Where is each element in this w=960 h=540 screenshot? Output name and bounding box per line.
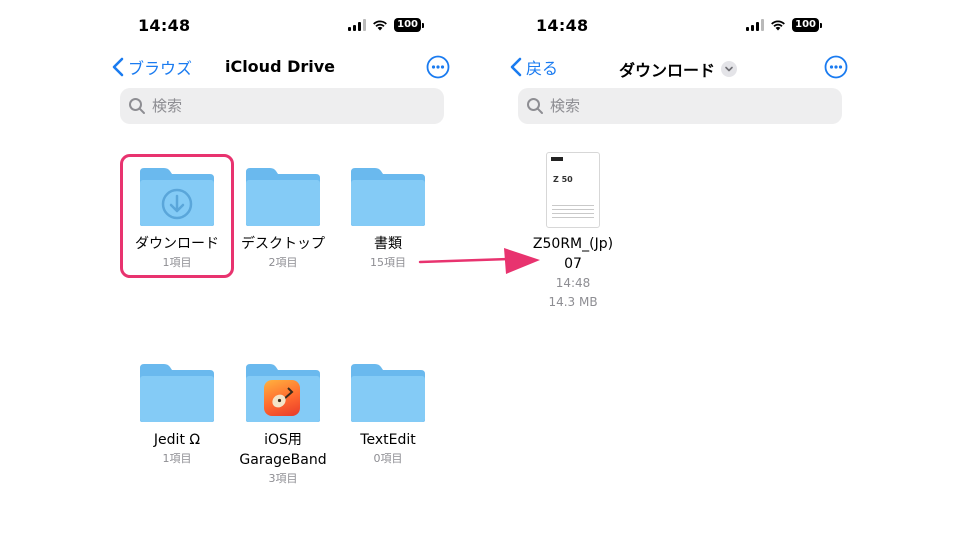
downloads-screen: 14:48 100 戻る ダウンロード 検索 Z 50 Z50RM_(Jp) 0… (508, 0, 848, 540)
status-time: 14:48 (536, 16, 589, 35)
folder-name: iOS用 (264, 432, 302, 448)
folder-jedit[interactable]: Jedit Ω 1項目 (124, 362, 230, 468)
search-icon (527, 98, 543, 114)
status-bar: 14:48 100 (508, 14, 848, 38)
more-options-icon[interactable] (426, 55, 450, 79)
search-icon (129, 98, 145, 114)
folder-item-count: 1項目 (162, 256, 192, 269)
search-input[interactable] (152, 97, 422, 115)
folder-item-count: 2項目 (268, 256, 298, 269)
file-item[interactable]: Z 50 Z50RM_(Jp) 07 14:48 14.3 MB (508, 152, 638, 312)
download-folder-icon (140, 168, 214, 226)
icloud-drive-screen: 14:48 100 ブラウズ iCloud Drive 検索 ダウンロード 1項… (110, 0, 450, 540)
search-bar (120, 88, 444, 124)
folder-textedit[interactable]: TextEdit 0項目 (335, 362, 441, 468)
chevron-down-icon (721, 61, 737, 77)
wifi-icon (771, 20, 786, 31)
wifi-icon (373, 20, 388, 31)
folder-name: ダウンロード (135, 236, 219, 252)
folder-icon (140, 364, 214, 422)
folder-icon (351, 364, 425, 422)
folder-desktop[interactable]: デスクトップ 2項目 (230, 166, 336, 272)
page-title: iCloud Drive (224, 57, 336, 76)
page-title: ダウンロード (618, 61, 715, 80)
folder-icon (246, 168, 320, 226)
folder-name: TextEdit (360, 432, 416, 448)
more-options-icon[interactable] (824, 55, 848, 79)
folder-item-count: 0項目 (373, 452, 403, 465)
navigation-bar: ブラウズ iCloud Drive (110, 52, 450, 84)
cellular-signal-icon (348, 19, 367, 31)
navigation-bar: 戻る ダウンロード (508, 52, 848, 84)
battery-icon: 100 (792, 18, 822, 32)
folder-name: Jedit Ω (153, 432, 201, 448)
folder-garageband[interactable]: iOS用 GarageBand 3項目 (230, 362, 336, 488)
guitar-icon (264, 380, 300, 416)
battery-level: 100 (394, 18, 421, 32)
battery-icon: 100 (394, 18, 424, 32)
folder-downloads[interactable]: ダウンロード 1項目 (124, 166, 230, 272)
status-bar: 14:48 100 (110, 14, 450, 38)
file-time: 14:48 (555, 276, 591, 290)
folder-name-line2: GarageBand (239, 452, 327, 468)
folder-item-count: 1項目 (162, 452, 192, 465)
title-menu[interactable]: ダウンロード (508, 57, 848, 81)
cellular-signal-icon (746, 19, 765, 31)
search-input[interactable] (550, 97, 820, 115)
search-bar (518, 88, 842, 124)
battery-level: 100 (792, 18, 819, 32)
pdf-document-thumbnail: Z 50 (546, 152, 600, 228)
file-name: Z50RM_(Jp) (532, 236, 614, 252)
folder-name: デスクトップ (241, 236, 325, 252)
file-name-line2: 07 (564, 256, 582, 272)
file-size: 14.3 MB (548, 295, 598, 309)
folder-item-count: 3項目 (268, 472, 298, 485)
status-time: 14:48 (138, 16, 191, 35)
folder-icon (351, 168, 425, 226)
